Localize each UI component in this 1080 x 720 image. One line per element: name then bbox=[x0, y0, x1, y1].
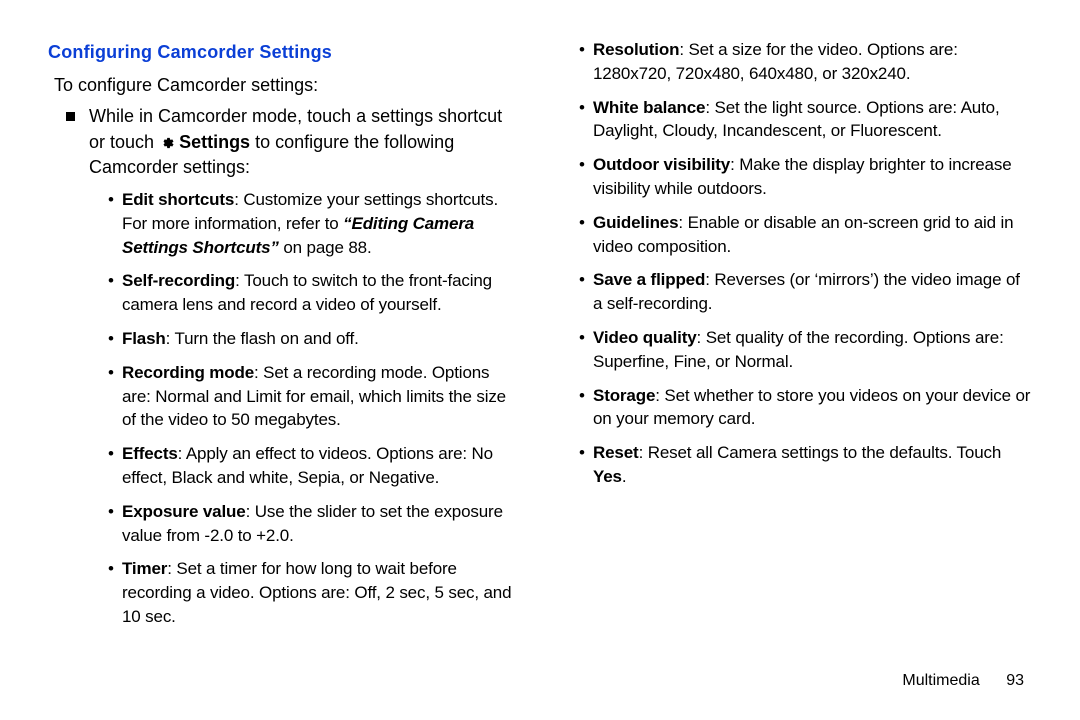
list-item: Video quality: Set quality of the record… bbox=[579, 326, 1032, 374]
list-item: Save a flipped: Reverses (or ‘mirrors’) … bbox=[579, 268, 1032, 316]
item-term-inline: Yes bbox=[593, 467, 622, 486]
item-term: Video quality bbox=[593, 328, 697, 347]
item-term: Guidelines bbox=[593, 213, 678, 232]
instruction-row: While in Camcorder mode, touch a setting… bbox=[66, 104, 517, 180]
settings-list-right: Resolution: Set a size for the video. Op… bbox=[579, 38, 1032, 489]
item-desc: : Apply an effect to videos. Options are… bbox=[122, 444, 493, 487]
left-column: Configuring Camcorder Settings To config… bbox=[48, 36, 517, 720]
intro-text: To configure Camcorder settings: bbox=[54, 73, 517, 98]
footer-page-number: 93 bbox=[1006, 672, 1024, 689]
item-term: White balance bbox=[593, 98, 705, 117]
manual-page: Configuring Camcorder Settings To config… bbox=[0, 0, 1080, 720]
item-desc-tail: on page 88. bbox=[283, 238, 371, 257]
list-item: Storage: Set whether to store you videos… bbox=[579, 384, 1032, 432]
list-item: Outdoor visibility: Make the display bri… bbox=[579, 153, 1032, 201]
list-item: Exposure value: Use the slider to set th… bbox=[108, 500, 517, 548]
section-heading: Configuring Camcorder Settings bbox=[48, 40, 517, 65]
item-desc-tail: . bbox=[622, 467, 627, 486]
list-item: Effects: Apply an effect to videos. Opti… bbox=[108, 442, 517, 490]
settings-label: Settings bbox=[179, 132, 250, 152]
list-item: Edit shortcuts: Customize your settings … bbox=[108, 188, 517, 259]
list-item: Resolution: Set a size for the video. Op… bbox=[579, 38, 1032, 86]
gear-icon bbox=[159, 135, 174, 150]
item-desc: : Turn the flash on and off. bbox=[166, 329, 359, 348]
item-term: Reset bbox=[593, 443, 639, 462]
item-term: Resolution bbox=[593, 40, 679, 59]
item-term: Save a flipped bbox=[593, 270, 705, 289]
square-bullet-icon bbox=[66, 112, 75, 121]
item-term: Exposure value bbox=[122, 502, 246, 521]
item-term: Timer bbox=[122, 559, 167, 578]
list-item: Flash: Turn the flash on and off. bbox=[108, 327, 517, 351]
list-item: Timer: Set a timer for how long to wait … bbox=[108, 557, 517, 628]
list-item: White balance: Set the light source. Opt… bbox=[579, 96, 1032, 144]
item-term: Outdoor visibility bbox=[593, 155, 730, 174]
right-column: Resolution: Set a size for the video. Op… bbox=[563, 36, 1032, 720]
list-item: Self-recording: Touch to switch to the f… bbox=[108, 269, 517, 317]
page-footer: Multimedia 93 bbox=[902, 670, 1024, 692]
footer-section: Multimedia bbox=[902, 672, 979, 689]
item-desc: : Set a timer for how long to wait befor… bbox=[122, 559, 511, 626]
item-desc: : Reset all Camera settings to the defau… bbox=[639, 443, 1002, 462]
list-item: Reset: Reset all Camera settings to the … bbox=[579, 441, 1032, 489]
item-term: Flash bbox=[122, 329, 166, 348]
list-item: Recording mode: Set a recording mode. Op… bbox=[108, 361, 517, 432]
list-item: Guidelines: Enable or disable an on-scre… bbox=[579, 211, 1032, 259]
item-term: Edit shortcuts bbox=[122, 190, 234, 209]
instruction-text: While in Camcorder mode, touch a setting… bbox=[89, 104, 517, 180]
item-term: Self-recording bbox=[122, 271, 235, 290]
item-desc: : Set whether to store you videos on you… bbox=[593, 386, 1030, 429]
item-term: Storage bbox=[593, 386, 655, 405]
item-term: Effects bbox=[122, 444, 178, 463]
settings-list-left: Edit shortcuts: Customize your settings … bbox=[108, 188, 517, 629]
item-term: Recording mode bbox=[122, 363, 254, 382]
